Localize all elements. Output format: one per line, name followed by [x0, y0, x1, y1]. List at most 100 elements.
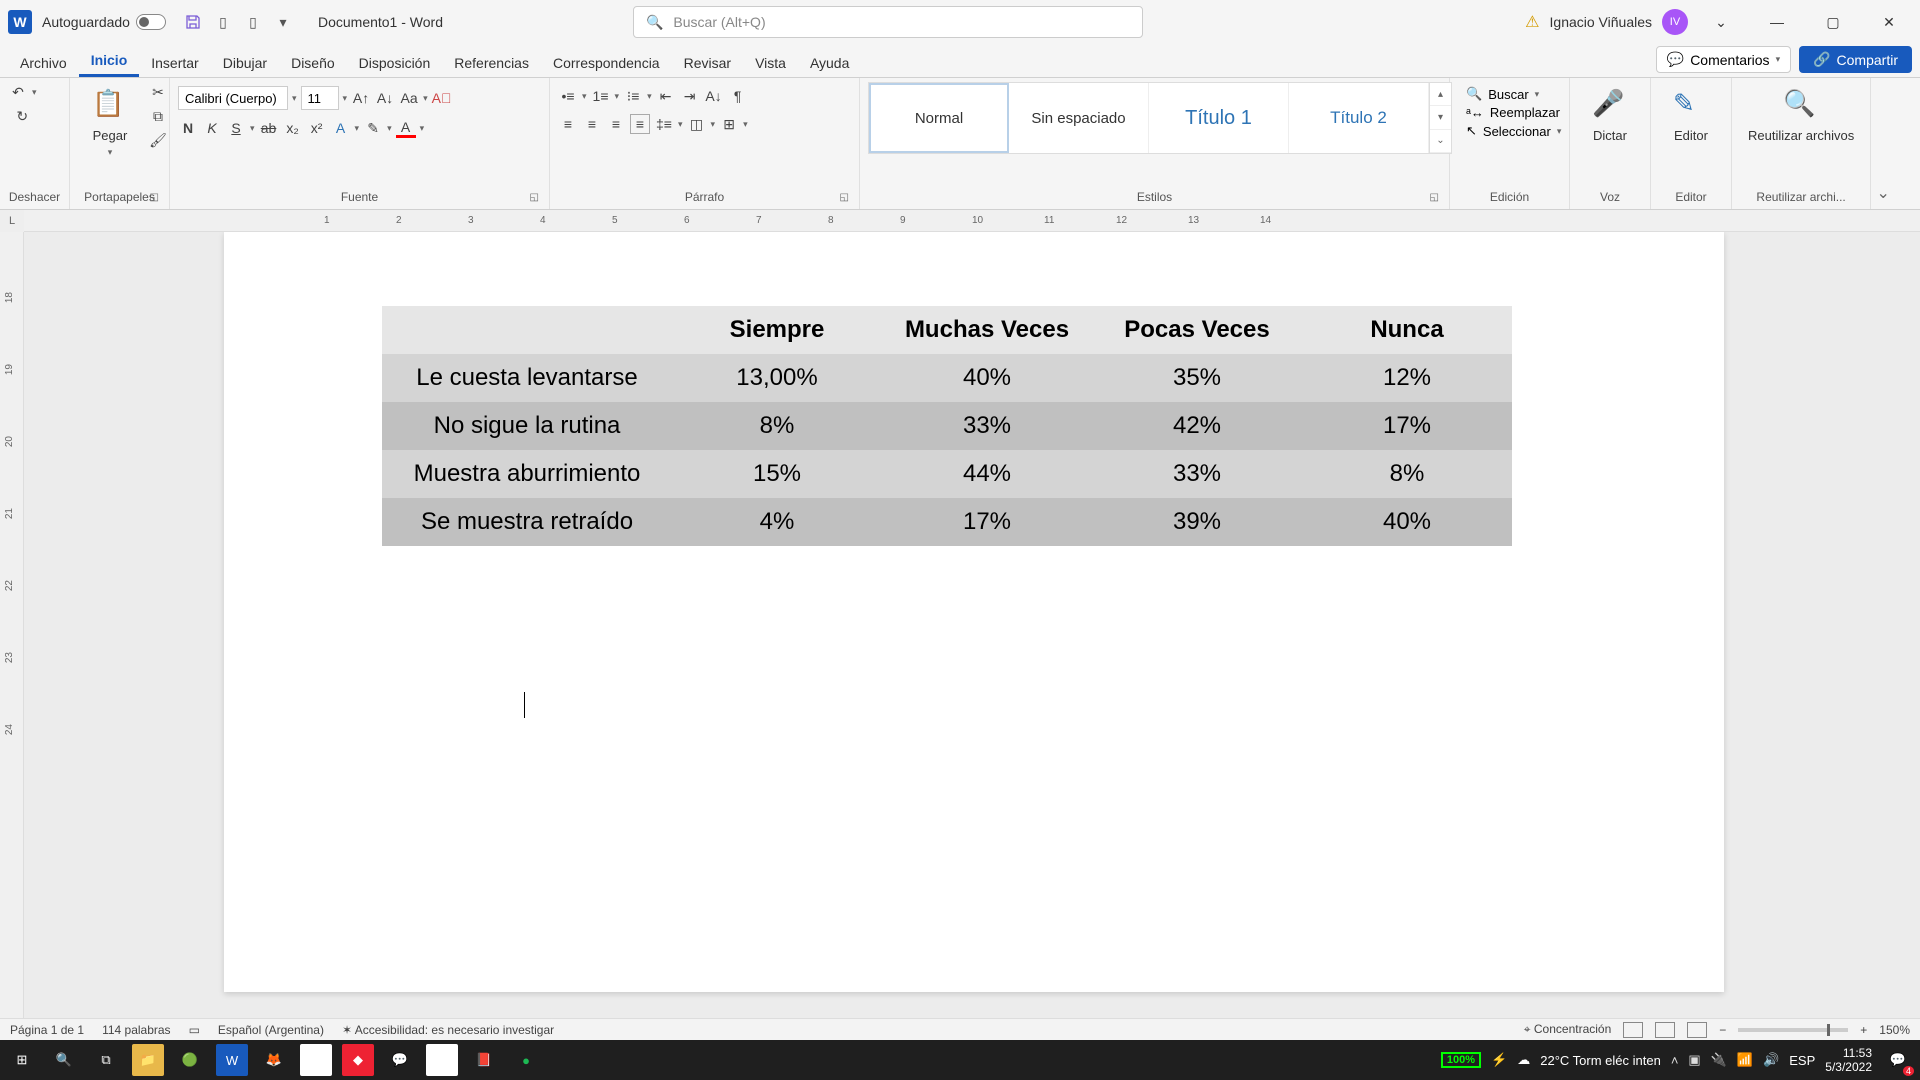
- word-task-icon[interactable]: W: [216, 1044, 248, 1076]
- effects-dd[interactable]: ▾: [355, 123, 360, 134]
- line-spacing-icon[interactable]: ‡≡: [654, 114, 674, 134]
- page[interactable]: Siempre Muchas Veces Pocas Veces Nunca L…: [224, 232, 1724, 992]
- weather-text[interactable]: 22°C Torm eléc inten: [1540, 1053, 1661, 1068]
- tray-app-icon[interactable]: ▣: [1688, 1052, 1700, 1068]
- maximize-button[interactable]: ▢: [1810, 6, 1856, 38]
- warning-icon[interactable]: ⚠: [1525, 12, 1539, 32]
- explorer-icon[interactable]: 📁: [132, 1044, 164, 1076]
- multilevel-dd[interactable]: ▾: [647, 91, 652, 102]
- ime-indicator[interactable]: ESP: [1789, 1053, 1815, 1068]
- sort-icon[interactable]: A↓: [704, 86, 724, 106]
- case-dd[interactable]: ▾: [423, 93, 428, 104]
- italic-icon[interactable]: K: [202, 118, 222, 138]
- text-effects-icon[interactable]: A: [331, 118, 351, 138]
- replace-button[interactable]: ᵃ↔Reemplazar: [1466, 105, 1561, 120]
- status-language[interactable]: Español (Argentina): [218, 1023, 324, 1037]
- font-color-icon[interactable]: A: [396, 118, 416, 138]
- tab-dibujar[interactable]: Dibujar: [211, 49, 279, 77]
- close-button[interactable]: ✕: [1866, 6, 1912, 38]
- editor-button[interactable]: ✎ Editor: [1659, 82, 1723, 149]
- numbering-dd[interactable]: ▾: [615, 91, 620, 102]
- chrome-icon[interactable]: 🟢: [174, 1044, 206, 1076]
- bold-icon[interactable]: N: [178, 118, 198, 138]
- underline-icon[interactable]: S: [226, 118, 246, 138]
- font-size-combo[interactable]: 11: [301, 86, 339, 110]
- notifications-icon[interactable]: 💬4: [1882, 1044, 1914, 1076]
- clock[interactable]: 11:53 5/3/2022: [1825, 1046, 1872, 1075]
- save-icon[interactable]: [182, 11, 204, 33]
- format-painter-icon[interactable]: 🖌: [148, 130, 168, 150]
- firefox-icon[interactable]: 🦊: [258, 1044, 290, 1076]
- style-heading2[interactable]: Título 2: [1289, 83, 1429, 153]
- font-name-combo[interactable]: Calibri (Cuerpo): [178, 86, 288, 110]
- battery-indicator[interactable]: 100%: [1441, 1052, 1481, 1068]
- tab-revisar[interactable]: Revisar: [672, 49, 743, 77]
- shrink-font-icon[interactable]: A↓: [375, 88, 395, 108]
- spotify-icon[interactable]: ●: [510, 1044, 542, 1076]
- tab-correspondencia[interactable]: Correspondencia: [541, 49, 672, 77]
- qat-icon-1[interactable]: ▯: [212, 11, 234, 33]
- start-icon[interactable]: ⊞: [6, 1044, 38, 1076]
- style-heading1[interactable]: Título 1: [1149, 83, 1289, 153]
- app-red-icon[interactable]: ◆: [342, 1044, 374, 1076]
- highlight-icon[interactable]: ✎: [363, 118, 383, 138]
- ribbon-mode-icon[interactable]: ⌄: [1698, 6, 1744, 38]
- indent-icon[interactable]: ⇥: [680, 86, 700, 106]
- search-input[interactable]: 🔍 Buscar (Alt+Q): [633, 6, 1143, 38]
- redo-icon[interactable]: ↻: [12, 106, 32, 126]
- select-button[interactable]: ↖Seleccionar▾: [1466, 123, 1561, 139]
- qat-icon-2[interactable]: ▯: [242, 11, 264, 33]
- underline-dd[interactable]: ▾: [250, 123, 255, 134]
- grow-font-icon[interactable]: A↑: [351, 88, 371, 108]
- numbering-icon[interactable]: 1≡: [591, 86, 611, 106]
- doc2-task-icon[interactable]: [426, 1044, 458, 1076]
- paste-button[interactable]: 📋 Pegar ▾: [78, 82, 142, 164]
- data-table[interactable]: Siempre Muchas Veces Pocas Veces Nunca L…: [382, 306, 1512, 546]
- multilevel-icon[interactable]: ⁝≡: [623, 86, 643, 106]
- justify-icon[interactable]: ≡: [630, 114, 650, 134]
- status-accessibility[interactable]: ✶ Accesibilidad: es necesario investigar: [342, 1023, 554, 1037]
- shading-icon[interactable]: ◫: [687, 114, 707, 134]
- style-no-spacing[interactable]: Sin espaciado: [1009, 83, 1149, 153]
- qat-customize-icon[interactable]: ▾: [272, 11, 294, 33]
- tab-ayuda[interactable]: Ayuda: [798, 49, 861, 77]
- zoom-out-icon[interactable]: −: [1719, 1023, 1726, 1037]
- change-case-icon[interactable]: Aa: [399, 88, 419, 108]
- shading-dd[interactable]: ▾: [711, 119, 716, 130]
- collapse-ribbon-icon[interactable]: ⌄: [1871, 78, 1895, 209]
- align-center-icon[interactable]: ≡: [582, 114, 602, 134]
- doc-task-icon[interactable]: [300, 1044, 332, 1076]
- status-words[interactable]: 114 palabras: [102, 1023, 171, 1037]
- status-page[interactable]: Página 1 de 1: [10, 1023, 84, 1037]
- spellcheck-icon[interactable]: ▭: [189, 1023, 200, 1037]
- autosave-toggle[interactable]: Autoguardado: [42, 14, 166, 30]
- bullets-icon[interactable]: •≡: [558, 86, 578, 106]
- align-right-icon[interactable]: ≡: [606, 114, 626, 134]
- tab-insertar[interactable]: Insertar: [139, 49, 210, 77]
- comments-button[interactable]: 💬 Comentarios ▾: [1656, 46, 1791, 73]
- find-button[interactable]: 🔍Buscar▾: [1466, 86, 1561, 102]
- pdf-icon[interactable]: 📕: [468, 1044, 500, 1076]
- share-button[interactable]: 🔗 Compartir: [1799, 46, 1912, 73]
- zoom-in-icon[interactable]: +: [1860, 1023, 1867, 1037]
- align-left-icon[interactable]: ≡: [558, 114, 578, 134]
- zoom-slider[interactable]: [1738, 1028, 1848, 1032]
- ruler-vertical[interactable]: 18 19 20 21 22 23 24: [0, 232, 24, 1018]
- undo-dd-icon[interactable]: ▾: [32, 87, 37, 98]
- avatar[interactable]: IV: [1662, 9, 1688, 35]
- strike-icon[interactable]: ab: [259, 118, 279, 138]
- web-layout-icon[interactable]: [1687, 1022, 1707, 1038]
- cut-icon[interactable]: ✂: [148, 82, 168, 102]
- launcher-icon[interactable]: ◱: [1430, 192, 1439, 203]
- user-name[interactable]: Ignacio Viñuales: [1550, 14, 1652, 30]
- copy-icon[interactable]: ⧉: [148, 106, 168, 126]
- styles-more-icon[interactable]: ⌄: [1430, 130, 1451, 153]
- font-name-dd[interactable]: ▾: [292, 93, 297, 104]
- borders-dd[interactable]: ▾: [743, 119, 748, 130]
- print-layout-icon[interactable]: [1655, 1022, 1675, 1038]
- read-mode-icon[interactable]: [1623, 1022, 1643, 1038]
- minimize-button[interactable]: —: [1754, 6, 1800, 38]
- pilcrow-icon[interactable]: ¶: [728, 86, 748, 106]
- whatsapp-icon[interactable]: 💬: [384, 1044, 416, 1076]
- launcher-icon[interactable]: ◱: [530, 192, 539, 203]
